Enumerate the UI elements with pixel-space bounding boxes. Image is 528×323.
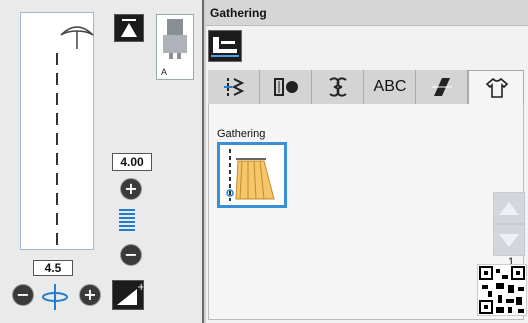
satin-stitch-icon: [432, 78, 452, 96]
tab-clothing[interactable]: [468, 70, 524, 105]
stitch-length-icon: [42, 284, 68, 310]
width-minus-button[interactable]: −: [120, 244, 142, 266]
stitch-dash: [56, 193, 58, 205]
gathering-pattern-icon: [226, 149, 275, 201]
pattern-list-area: Gathering 1 1: [208, 104, 527, 320]
stitch-preview: [20, 12, 94, 250]
sewing-machine-screen: A 4.00 + − 4.5 − + + Gathering ABC Gathe…: [0, 0, 528, 323]
qr-code[interactable]: [477, 264, 527, 316]
sewing-mode-button[interactable]: [208, 30, 242, 62]
density-icon: [119, 209, 135, 239]
stitch-settings-panel: A 4.00 + − 4.5 − + +: [0, 0, 204, 323]
twin-needle-button[interactable]: +: [112, 280, 145, 310]
presser-foot-icon: [163, 19, 187, 59]
length-minus-button[interactable]: −: [12, 284, 34, 306]
stitch-width-value: 4.00: [112, 153, 152, 171]
stitch-dash: [56, 113, 58, 125]
presser-foot-label: A: [161, 67, 168, 77]
presser-foot-indicator: A: [156, 14, 194, 80]
tab-alphabet-label: ABC: [373, 78, 407, 95]
utility-stitch-icon: [224, 78, 245, 96]
category-tabs: ABC: [208, 70, 524, 105]
presser-foot-outline-icon: [60, 26, 94, 49]
stitch-dash: [56, 173, 58, 185]
shirt-icon: [485, 77, 509, 98]
needle-position-button[interactable]: [114, 14, 144, 42]
stitch-dash: [56, 133, 58, 145]
stitch-length-value: 4.5: [33, 260, 73, 276]
tab-utility[interactable]: [208, 70, 260, 104]
width-plus-button[interactable]: +: [120, 178, 142, 200]
pattern-selection-panel: Gathering ABC Gathering 1: [206, 0, 528, 323]
decorative-stitch-icon: [329, 77, 347, 97]
stitch-dash: [56, 233, 58, 245]
arrow-down-icon: [499, 234, 519, 247]
svg-text:+: +: [137, 282, 143, 293]
stitch-dash: [56, 73, 58, 85]
title-bar: Gathering: [206, 0, 528, 26]
stitch-dash: [56, 213, 58, 225]
tab-alphabet[interactable]: ABC: [364, 70, 416, 104]
page-down-button[interactable]: [493, 224, 525, 256]
gathering-pattern-button[interactable]: [217, 142, 287, 208]
needle-up-icon: [121, 19, 137, 37]
page-up-button[interactable]: [493, 192, 525, 224]
length-plus-button[interactable]: +: [79, 284, 101, 306]
tab-decorative[interactable]: [312, 70, 364, 104]
twin-needle-icon: +: [117, 282, 145, 305]
sewing-machine-icon: [211, 37, 239, 57]
panel-title: Gathering: [210, 6, 267, 20]
arrow-up-icon: [499, 202, 519, 215]
stitch-dash: [56, 153, 58, 165]
tab-buttonhole[interactable]: [260, 70, 312, 104]
tab-satin[interactable]: [416, 70, 468, 104]
stitch-dash: [56, 53, 58, 65]
qr-code-icon: [479, 266, 525, 314]
category-label: Gathering: [217, 128, 266, 140]
stitch-dash: [56, 93, 58, 105]
buttonhole-icon: [274, 78, 298, 96]
